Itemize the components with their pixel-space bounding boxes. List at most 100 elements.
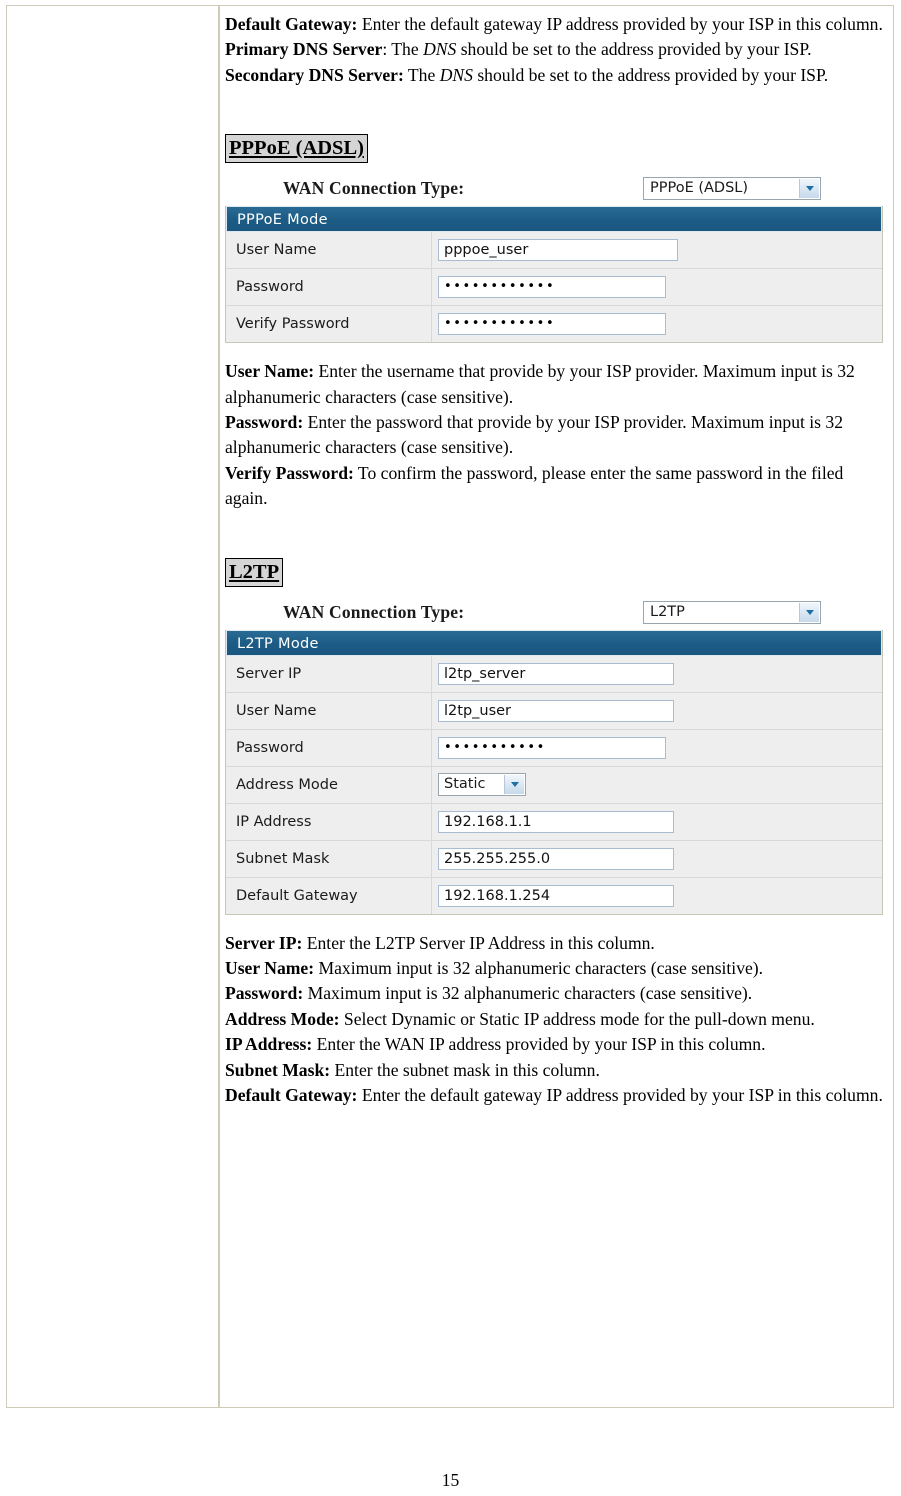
pppoe-password-input[interactable]: ••••••••••••	[438, 276, 666, 299]
l2tp-desc-body-subnet-mask: Enter the subnet mask in this column.	[330, 1059, 600, 1080]
pppoe-desc-term-verify-password: Verify Password:	[225, 462, 354, 483]
l2tp-desc-server-ip: Server IP: Enter the L2TP Server IP Addr…	[225, 931, 883, 956]
content-inner-rule	[219, 6, 224, 1407]
pppoe-desc-password: Password: Enter the password that provid…	[225, 410, 883, 461]
l2tp-row-label-subnet-mask: Subnet Mask	[226, 840, 432, 877]
l2tp-desc-term-server-ip: Server IP:	[225, 932, 303, 953]
l2tp-desc-address-mode: Address Mode: Select Dynamic or Static I…	[225, 1007, 883, 1032]
intro-item-default-gateway: Default Gateway: Enter the default gatew…	[225, 12, 883, 37]
intro-body-primary-dns-a: : The	[382, 39, 424, 60]
l2tp-panel-title: L2TP Mode	[226, 629, 882, 656]
l2tp-password-input[interactable]: •••••••••••	[438, 736, 666, 759]
pppoe-panel-title: PPPoE Mode	[226, 206, 882, 233]
l2tp-screenshot: WAN Connection Type: L2TP L2TP Mode Serv…	[225, 600, 883, 915]
l2tp-desc-username: User Name: Maximum input is 32 alphanume…	[225, 956, 883, 981]
l2tp-desc-ip-address: IP Address: Enter the WAN IP address pro…	[225, 1032, 883, 1057]
l2tp-desc-term-password: Password:	[225, 983, 304, 1004]
heading-l2tp: L2TP	[225, 557, 284, 587]
l2tp-server-ip-input[interactable]: l2tp_server	[438, 662, 674, 685]
intro-item-secondary-dns: Secondary DNS Server: The DNS should be …	[225, 63, 883, 88]
l2tp-desc-body-default-gateway: Enter the default gateway IP address pro…	[357, 1085, 883, 1106]
l2tp-subnet-mask-input[interactable]: 255.255.255.0	[438, 847, 674, 870]
intro-text-block: Default Gateway: Enter the default gatew…	[225, 12, 883, 88]
l2tp-panel: L2TP Mode Server IP l2tp_server User Nam…	[225, 629, 883, 915]
l2tp-desc-default-gateway: Default Gateway: Enter the default gatew…	[225, 1083, 883, 1108]
pppoe-password-dots: ••••••••••••	[444, 279, 556, 295]
l2tp-address-mode-value: Static	[444, 776, 486, 793]
spacer-before-l2tp	[225, 512, 883, 558]
chevron-down-icon[interactable]	[799, 602, 819, 622]
pppoe-screenshot: WAN Connection Type: PPPoE (ADSL) PPPoE …	[225, 177, 883, 344]
content-column: Default Gateway: Enter the default gatew…	[219, 6, 893, 1407]
pppoe-wan-label: WAN Connection Type:	[283, 178, 465, 199]
chevron-down-icon[interactable]	[799, 179, 819, 199]
l2tp-desc-term-default-gateway: Default Gateway:	[225, 1085, 358, 1106]
pppoe-username-input[interactable]: pppoe_user	[438, 239, 678, 262]
l2tp-wan-type-select[interactable]: L2TP	[643, 600, 821, 624]
l2tp-desc-term-ip-address: IP Address:	[225, 1034, 313, 1055]
l2tp-password-dots: •••••••••••	[444, 739, 546, 755]
pppoe-row-label-username: User Name	[226, 232, 432, 269]
l2tp-wan-label: WAN Connection Type:	[283, 601, 465, 622]
table-row: Default Gateway 192.168.1.254	[226, 877, 882, 914]
l2tp-row-label-server-ip: Server IP	[226, 655, 432, 692]
pppoe-wan-connection-row: WAN Connection Type: PPPoE (ADSL)	[225, 177, 883, 201]
l2tp-row-value-default-gateway: 192.168.1.254	[432, 877, 882, 914]
pppoe-desc-verify-password: Verify Password: To confirm the password…	[225, 461, 883, 512]
pppoe-verify-password-dots: ••••••••••••	[444, 316, 556, 332]
intro-em-primary-dns: DNS	[423, 39, 457, 60]
l2tp-ip-address-input[interactable]: 192.168.1.1	[438, 810, 674, 833]
l2tp-address-mode-select[interactable]: Static	[438, 773, 526, 797]
table-row: Address Mode Static	[226, 766, 882, 804]
intro-term-primary-dns: Primary DNS Server	[225, 39, 383, 60]
pppoe-desc-term-username: User Name:	[225, 361, 315, 382]
l2tp-row-label-default-gateway: Default Gateway	[226, 877, 432, 914]
intro-em-secondary-dns: DNS	[439, 64, 473, 85]
table-row: Verify Password ••••••••••••	[226, 306, 882, 343]
intro-body-primary-dns-b: should be set to the address provided by…	[456, 39, 812, 60]
l2tp-desc-body-username: Maximum input is 32 alphanumeric charact…	[314, 958, 764, 979]
intro-item-primary-dns: Primary DNS Server: The DNS should be se…	[225, 37, 883, 62]
l2tp-row-label-ip-address: IP Address	[226, 803, 432, 840]
l2tp-username-input[interactable]: l2tp_user	[438, 699, 674, 722]
pppoe-desc-term-password: Password:	[225, 412, 304, 433]
l2tp-row-value-address-mode: Static	[432, 766, 882, 803]
left-margin-column	[7, 6, 219, 1407]
table-row: Password •••••••••••	[226, 729, 882, 767]
pppoe-wan-type-value: PPPoE (ADSL)	[650, 180, 749, 197]
page-number: 15	[441, 1470, 460, 1490]
spacer-after-intro	[225, 88, 883, 134]
l2tp-desc-term-subnet-mask: Subnet Mask:	[225, 1059, 331, 1080]
l2tp-wan-connection-row: WAN Connection Type: L2TP	[225, 600, 883, 624]
intro-body-secondary-dns-b: should be set to the address provided by…	[472, 64, 829, 85]
pppoe-verify-password-input[interactable]: ••••••••••••	[438, 313, 666, 336]
page-frame: Default Gateway: Enter the default gatew…	[6, 5, 894, 1408]
table-row: Subnet Mask 255.255.255.0	[226, 840, 882, 878]
pppoe-description-block: User Name: Enter the username that provi…	[225, 359, 883, 511]
pppoe-row-value-password: ••••••••••••	[432, 269, 882, 306]
l2tp-wan-type-value: L2TP	[650, 603, 685, 620]
l2tp-default-gateway-input[interactable]: 192.168.1.254	[438, 884, 674, 907]
pppoe-wan-type-select[interactable]: PPPoE (ADSL)	[643, 177, 821, 201]
l2tp-row-value-ip-address: 192.168.1.1	[432, 803, 882, 840]
l2tp-desc-password: Password: Maximum input is 32 alphanumer…	[225, 981, 883, 1006]
l2tp-desc-body-server-ip: Enter the L2TP Server IP Address in this…	[302, 932, 655, 953]
l2tp-row-value-username: l2tp_user	[432, 692, 882, 729]
pppoe-row-value-username: pppoe_user	[432, 232, 882, 269]
intro-body-default-gateway: Enter the default gateway IP address pro…	[357, 14, 883, 34]
l2tp-desc-body-password: Maximum input is 32 alphanumeric charact…	[303, 983, 753, 1004]
l2tp-row-label-address-mode: Address Mode	[226, 766, 432, 803]
table-row: Password ••••••••••••	[226, 269, 882, 307]
l2tp-row-value-server-ip: l2tp_server	[432, 655, 882, 692]
intro-body-secondary-dns-a: The	[403, 64, 440, 85]
pppoe-row-label-verify-password: Verify Password	[226, 306, 432, 343]
chevron-down-icon[interactable]	[504, 775, 524, 795]
pppoe-row-value-verify-password: ••••••••••••	[432, 306, 882, 343]
table-row: IP Address 192.168.1.1	[226, 803, 882, 841]
l2tp-row-label-username: User Name	[226, 692, 432, 729]
l2tp-desc-body-ip-address: Enter the WAN IP address provided by you…	[312, 1034, 766, 1055]
table-row: User Name pppoe_user	[226, 232, 882, 270]
table-row: Server IP l2tp_server	[226, 655, 882, 693]
pppoe-desc-body-username: Enter the username that provide by your …	[225, 361, 855, 407]
l2tp-desc-term-username: User Name:	[225, 958, 315, 979]
